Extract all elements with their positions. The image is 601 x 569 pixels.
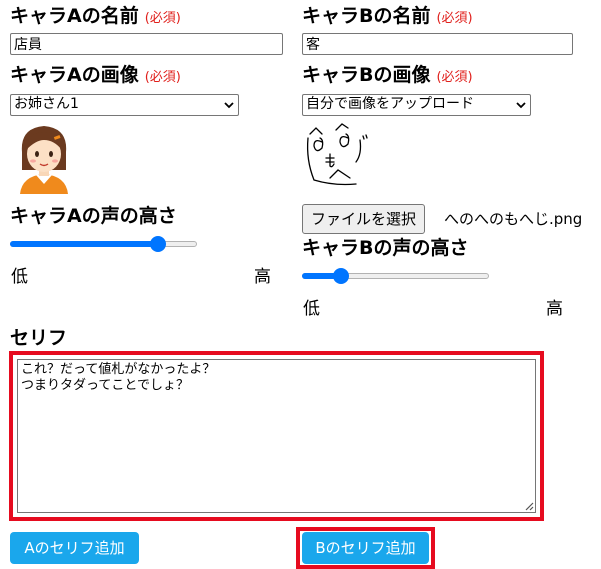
chara-b-voice-high: 高 <box>546 299 563 319</box>
add-b-highlight-frame: Bのセリフ追加 <box>296 527 435 569</box>
add-b-serif-button[interactable]: Bのセリフ追加 <box>302 532 429 564</box>
chara-b-image-label-text: キャラBの画像 <box>302 64 431 86</box>
chara-b-slider-thumb[interactable] <box>332 268 349 284</box>
serif-label: セリフ <box>10 327 68 349</box>
serif-line-2: つまりタダってことでしょ？ <box>21 378 189 393</box>
chara-a-name-required: (必須) <box>144 11 181 26</box>
add-a-serif-button[interactable]: Aのセリフ追加 <box>10 532 139 564</box>
resize-handle-icon[interactable] <box>524 501 534 511</box>
chara-b-image-selected: 自分で画像をアップロード <box>306 96 474 112</box>
selected-file-name: へのへのもへじ.png <box>444 210 583 228</box>
chara-a-slider-thumb[interactable] <box>150 236 167 252</box>
girl-avatar-icon <box>20 126 68 194</box>
chara-b-name-input[interactable] <box>302 33 573 55</box>
chara-a-name-input[interactable] <box>10 33 283 55</box>
chara-b-voice-low: 低 <box>303 299 320 319</box>
chara-b-image-select[interactable]: 自分で画像をアップロード <box>302 94 531 116</box>
chara-a-image-label: キャラAの画像 (必須) <box>10 63 181 90</box>
chara-a-image-selected: お姉さん1 <box>14 96 79 112</box>
serif-textarea[interactable]: これ？だって値札がなかったよ？ つまりタダってことでしょ？ <box>17 359 536 513</box>
chara-a-slider-fill <box>10 241 159 247</box>
chara-a-voice-slider[interactable] <box>10 236 197 252</box>
chara-a-name-label: キャラAの名前 (必須) <box>10 4 181 31</box>
chara-b-name-label-text: キャラBの名前 <box>302 5 431 27</box>
chara-a-image-required: (必須) <box>144 70 181 85</box>
file-select-button[interactable]: ファイルを選択 <box>302 204 426 234</box>
chara-b-image-required: (必須) <box>436 70 473 85</box>
chevron-down-icon <box>516 102 526 109</box>
serif-textarea-frame: これ？だって値札がなかったよ？ つまりタダってことでしょ？ <box>9 351 544 521</box>
chara-b-voice-slider[interactable] <box>302 268 489 284</box>
chara-a-name-label-text: キャラAの名前 <box>10 5 139 27</box>
chara-a-voice-low: 低 <box>11 267 28 287</box>
chara-a-image-select[interactable]: お姉さん1 <box>10 94 239 116</box>
henohenomoheji-face-icon <box>306 123 368 186</box>
serif-line-1: これ？だって値札がなかったよ？ <box>21 362 216 377</box>
chevron-down-icon <box>224 102 234 109</box>
chara-a-image-label-text: キャラAの画像 <box>10 64 139 86</box>
chara-b-name-label: キャラBの名前 (必須) <box>302 4 473 31</box>
chara-a-voice-label: キャラAの声の高さ <box>10 205 177 227</box>
chara-b-image-label: キャラBの画像 (必須) <box>302 63 473 90</box>
chara-b-name-required: (必須) <box>436 11 473 26</box>
chara-b-voice-label: キャラBの声の高さ <box>302 237 469 259</box>
chara-a-voice-high: 高 <box>254 267 271 287</box>
